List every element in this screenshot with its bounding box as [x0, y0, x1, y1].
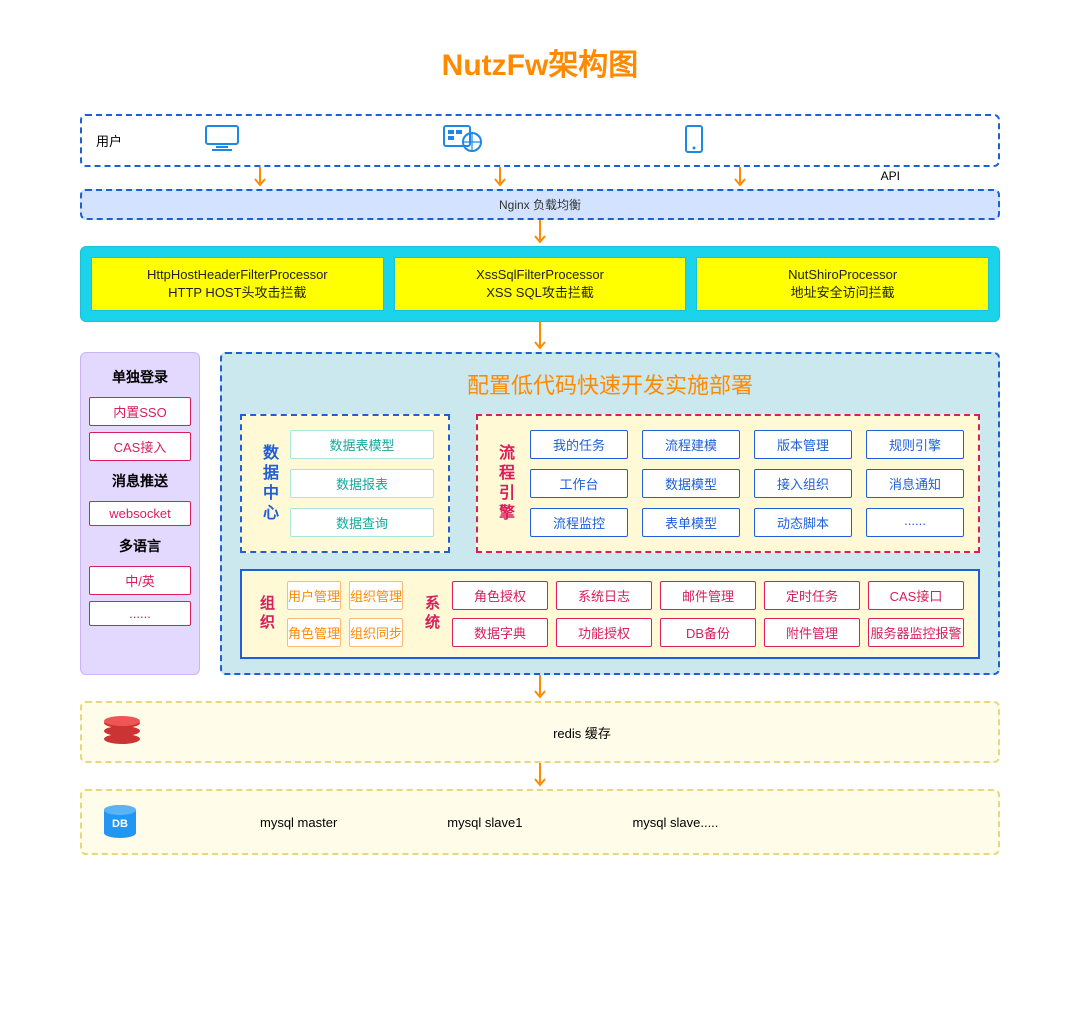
- db-slave1: mysql slave1: [447, 815, 522, 830]
- processor-xss-sql: XssSqlFilterProcessorXSS SQL攻击拦截: [394, 257, 687, 311]
- flow-item: 工作台: [530, 469, 628, 498]
- flow-item: 规则引擎: [866, 430, 964, 459]
- org-item: 组织同步: [349, 618, 403, 647]
- org-item: 用户管理: [287, 581, 341, 610]
- sys-item: CAS接口: [868, 581, 964, 610]
- sys-item: 附件管理: [764, 618, 860, 647]
- desktop-icon: [202, 124, 242, 157]
- datacenter-block: 数据中心 数据表模型 数据报表 数据查询: [240, 414, 450, 553]
- sys-item: 邮件管理: [660, 581, 756, 610]
- org-item: 角色管理: [287, 618, 341, 647]
- main-panel: 配置低代码快速开发实施部署 数据中心 数据表模型 数据报表 数据查询 流程引擎 …: [220, 352, 1000, 675]
- database-icon: DB: [100, 803, 140, 841]
- web-icon: [442, 124, 484, 157]
- sidebar-panel: 单独登录 内置SSO CAS接入 消息推送 websocket 多语言 中/英 …: [80, 352, 200, 675]
- sys-item: 数据字典: [452, 618, 548, 647]
- processor-http-host: HttpHostHeaderFilterProcessorHTTP HOST头攻…: [91, 257, 384, 311]
- sidebar-sso-header: 单独登录: [89, 367, 191, 387]
- arrow-down-icon: [80, 675, 1000, 701]
- arrow-down-icon: [80, 220, 1000, 246]
- processor-shiro: NutShiroProcessor地址安全访问拦截: [696, 257, 989, 311]
- sidebar-item-lang: 中/英: [89, 566, 191, 595]
- flow-item: ......: [866, 508, 964, 537]
- dc-item: 数据查询: [290, 508, 434, 537]
- flow-item: 流程建模: [642, 430, 740, 459]
- sys-item: 功能授权: [556, 618, 652, 647]
- arrow-down-icon: [733, 167, 747, 189]
- main-title: 配置低代码快速开发实施部署: [240, 368, 980, 400]
- sidebar-item-cas: CAS接入: [89, 432, 191, 461]
- arrow-down-icon: [253, 167, 267, 189]
- sidebar-item-more: ......: [89, 601, 191, 626]
- flow-item: 版本管理: [754, 430, 852, 459]
- arrow-down-icon: [493, 167, 507, 189]
- flow-item: 流程监控: [530, 508, 628, 537]
- flow-label: 流程引擎: [492, 430, 516, 537]
- db-slave2: mysql slave.....: [632, 815, 718, 830]
- sys-item: 角色授权: [452, 581, 548, 610]
- sys-item: DB备份: [660, 618, 756, 647]
- flow-item: 消息通知: [866, 469, 964, 498]
- arrow-down-icon: [80, 322, 1000, 352]
- arrow-down-icon: [80, 763, 1000, 789]
- flow-item: 表单模型: [642, 508, 740, 537]
- sidebar-msg-header: 消息推送: [89, 471, 191, 491]
- dc-item: 数据报表: [290, 469, 434, 498]
- arrow-down-icon: [240, 559, 980, 569]
- redis-label: redis 缓存: [184, 723, 980, 742]
- diagram-title: NutzFw架构图: [80, 40, 1000, 84]
- svg-text:DB: DB: [112, 818, 128, 830]
- flow-item: 接入组织: [754, 469, 852, 498]
- clients-layer: 用户: [80, 114, 1000, 167]
- processor-layer: HttpHostHeaderFilterProcessorHTTP HOST头攻…: [80, 246, 1000, 322]
- sys-item: 定时任务: [764, 581, 860, 610]
- bottom-block: 组织 用户管理 组织管理 角色管理 组织同步 系统 角色授权 系统日志 邮件管理…: [240, 569, 980, 659]
- org-item: 组织管理: [349, 581, 403, 610]
- nginx-layer: Nginx 负载均衡: [80, 189, 1000, 220]
- clients-label: 用户: [96, 131, 122, 150]
- mobile-icon: [684, 124, 704, 157]
- redis-icon: [100, 715, 144, 749]
- sys-label: 系统: [421, 581, 442, 647]
- sys-item: 服务器监控报警: [868, 618, 964, 647]
- org-label: 组织: [256, 581, 277, 647]
- sidebar-lang-header: 多语言: [89, 536, 191, 556]
- flow-item: 我的任务: [530, 430, 628, 459]
- sys-item: 系统日志: [556, 581, 652, 610]
- sidebar-item-websocket: websocket: [89, 501, 191, 526]
- flow-item: 动态脚本: [754, 508, 852, 537]
- flow-block: 流程引擎 我的任务 流程建模 版本管理 规则引擎 工作台 数据模型 接入组织 消…: [476, 414, 980, 553]
- datacenter-label: 数据中心: [256, 430, 280, 537]
- sidebar-item-sso: 内置SSO: [89, 397, 191, 426]
- flow-item: 数据模型: [642, 469, 740, 498]
- redis-layer: redis 缓存: [80, 701, 1000, 763]
- api-label: API: [881, 169, 900, 183]
- db-layer: DB mysql master mysql slave1 mysql slave…: [80, 789, 1000, 855]
- db-master: mysql master: [260, 815, 337, 830]
- dc-item: 数据表模型: [290, 430, 434, 459]
